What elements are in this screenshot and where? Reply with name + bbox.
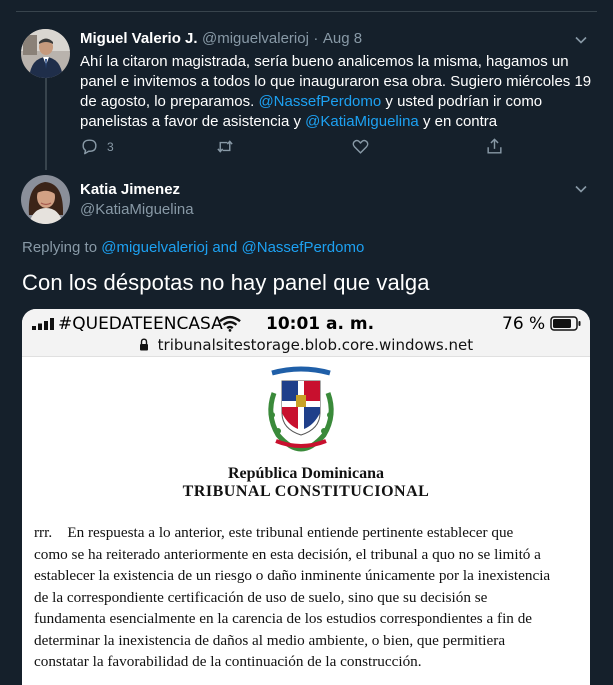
lock-icon — [139, 338, 148, 351]
avatar-miguel[interactable] — [21, 29, 70, 78]
doc-body: rrr. En respuesta a lo anterior, este tr… — [34, 522, 578, 673]
thread-line — [45, 78, 47, 170]
reply-button[interactable]: 3 — [80, 137, 114, 156]
display-name[interactable]: Katia Jimenez — [80, 181, 194, 198]
handle[interactable]: @KatiaMiguelina — [80, 201, 194, 218]
wifi-icon — [219, 315, 241, 332]
replying-to: Replying to @miguelvalerioj and @NassefP… — [22, 239, 365, 256]
doc-line: determinar la inexistencia de daños al m… — [34, 631, 506, 649]
signal-icon — [32, 318, 54, 330]
doc-title-country: República Dominicana — [227, 465, 384, 482]
tweet-image[interactable]: #QUEDATEENCASA 10:01 a. m. 76 % tribunal… — [22, 309, 590, 685]
doc-line: constatar la favorabilidad de la continu… — [34, 653, 422, 670]
replying-user-nassef[interactable]: @NassefPerdomo — [242, 239, 365, 256]
doc-line: como se ha reiterado anteriormente en es… — [34, 545, 541, 563]
separator: · — [313, 30, 319, 47]
reply-icon — [82, 139, 97, 155]
like-icon — [352, 139, 369, 154]
avatar-katia[interactable] — [21, 175, 70, 224]
doc-line: de la correspondiente certificación de u… — [34, 588, 488, 606]
tweet2-header: Katia Jimenez @KatiaMiguelina — [80, 181, 194, 218]
phone-status-bar: #QUEDATEENCASA 10:01 a. m. 76 % tribunal… — [22, 309, 590, 357]
replying-user-miguel[interactable]: @miguelvalerioj — [101, 239, 208, 256]
status-time: 10:01 a. m. — [266, 314, 375, 334]
tweet-header: Miguel Valerio J. @miguelvalerioj · Aug … — [80, 30, 362, 48]
display-name[interactable]: Miguel Valerio J. — [80, 30, 198, 47]
url-text: tribunalsitestorage.blob.core.windows.ne… — [157, 336, 474, 354]
doc-title-tribunal: TRIBUNAL CONSTITUCIONAL — [182, 483, 430, 500]
chevron-down-icon[interactable] — [574, 33, 588, 47]
battery-icon — [550, 316, 581, 331]
tweet-date[interactable]: Aug 8 — [323, 30, 362, 47]
like-button[interactable] — [351, 137, 370, 156]
doc-line: fundamenta esencialmente en la carencia … — [34, 610, 533, 627]
address-bar[interactable]: tribunalsitestorage.blob.core.windows.ne… — [22, 336, 590, 354]
share-icon — [487, 138, 502, 154]
battery-percent: 76 % — [502, 314, 546, 334]
tweet-text: Ahí la citaron magistrada, sería bueno a… — [80, 53, 592, 130]
top-divider — [16, 2, 597, 12]
tweet2-text: Con los déspotas no hay panel que valga — [22, 270, 430, 295]
share-button[interactable] — [485, 137, 504, 156]
chevron-down-icon[interactable] — [574, 182, 588, 196]
doc-line: establecer la existencia de un riesgo o … — [34, 567, 551, 584]
coat-of-arms-emblem — [268, 366, 334, 452]
mention-nassef[interactable]: @NassefPerdomo — [258, 93, 381, 110]
retweet-icon — [217, 140, 233, 153]
carrier-name: #QUEDATEENCASA — [58, 314, 223, 334]
mention-katia[interactable]: @KatiaMiguelina — [305, 113, 419, 130]
tweet-actions: 3 — [80, 137, 510, 157]
retweet-button[interactable] — [215, 137, 235, 156]
handle[interactable]: @miguelvalerioj — [202, 30, 309, 47]
doc-line: rrr. En respuesta a lo anterior, este tr… — [34, 524, 514, 541]
reply-count: 3 — [107, 139, 114, 154]
